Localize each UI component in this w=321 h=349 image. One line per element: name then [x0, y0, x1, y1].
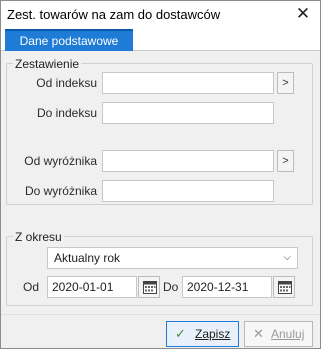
dialog-footer: ✓ Zapisz ✕ Anuluj — [1, 314, 320, 348]
do-wyroznika-input[interactable] — [102, 180, 274, 202]
window-title: Zest. towarów na zam do dostawców — [7, 7, 221, 22]
calendar-icon — [143, 281, 157, 294]
period-select-value: Aktualny rok — [54, 251, 121, 265]
do-indeksu-label: Do indeksu — [36, 106, 97, 120]
od-indeksu-label: Od indeksu — [36, 76, 97, 90]
od-indeksu-input[interactable] — [102, 72, 274, 94]
do-calendar-button[interactable] — [273, 276, 295, 298]
od-wyroznika-pick-button[interactable]: > — [277, 150, 294, 172]
od-date-input[interactable]: 2020-01-01 — [47, 276, 137, 298]
save-button[interactable]: ✓ Zapisz — [166, 321, 239, 347]
tab-strip: Dane podstawowe — [1, 29, 320, 51]
okres-group: Z okresu Aktualny rok ⌵ Od 2020-01-01 Do — [6, 230, 313, 306]
calendar-icon — [278, 281, 292, 294]
cancel-button[interactable]: ✕ Anuluj — [244, 321, 313, 347]
od-indeksu-pick-button[interactable]: > — [277, 72, 294, 94]
od-calendar-button[interactable] — [138, 276, 160, 298]
title-bar: Zest. towarów na zam do dostawców ✕ — [1, 1, 320, 29]
period-select[interactable]: Aktualny rok ⌵ — [47, 247, 298, 269]
do-date-label: Do — [163, 280, 179, 294]
okres-group-title: Z okresu — [13, 230, 64, 244]
do-indeksu-input[interactable] — [102, 102, 274, 124]
zestawienie-group: Zestawienie Od indeksu > Do indeksu Od w… — [6, 57, 313, 205]
do-date-input[interactable]: 2020-12-31 — [182, 276, 272, 298]
od-date-label: Od — [23, 280, 40, 294]
od-wyroznika-label: Od wyróżnika — [24, 154, 97, 168]
tab-content: Zestawienie Od indeksu > Do indeksu Od w… — [2, 51, 319, 314]
dialog-window: Zest. towarów na zam do dostawców ✕ Dane… — [0, 0, 321, 349]
cancel-button-label: Anuluj — [271, 327, 305, 341]
check-icon: ✓ — [175, 326, 186, 341]
close-icon[interactable]: ✕ — [292, 3, 314, 25]
zestawienie-group-title: Zestawienie — [13, 57, 82, 71]
save-button-label: Zapisz — [195, 327, 231, 341]
x-icon: ✕ — [253, 326, 264, 341]
tab-dane-podstawowe[interactable]: Dane podstawowe — [5, 29, 133, 51]
chevron-down-icon: ⌵ — [283, 252, 291, 263]
do-wyroznika-label: Do wyróżnika — [24, 184, 97, 198]
od-wyroznika-input[interactable] — [102, 150, 274, 172]
